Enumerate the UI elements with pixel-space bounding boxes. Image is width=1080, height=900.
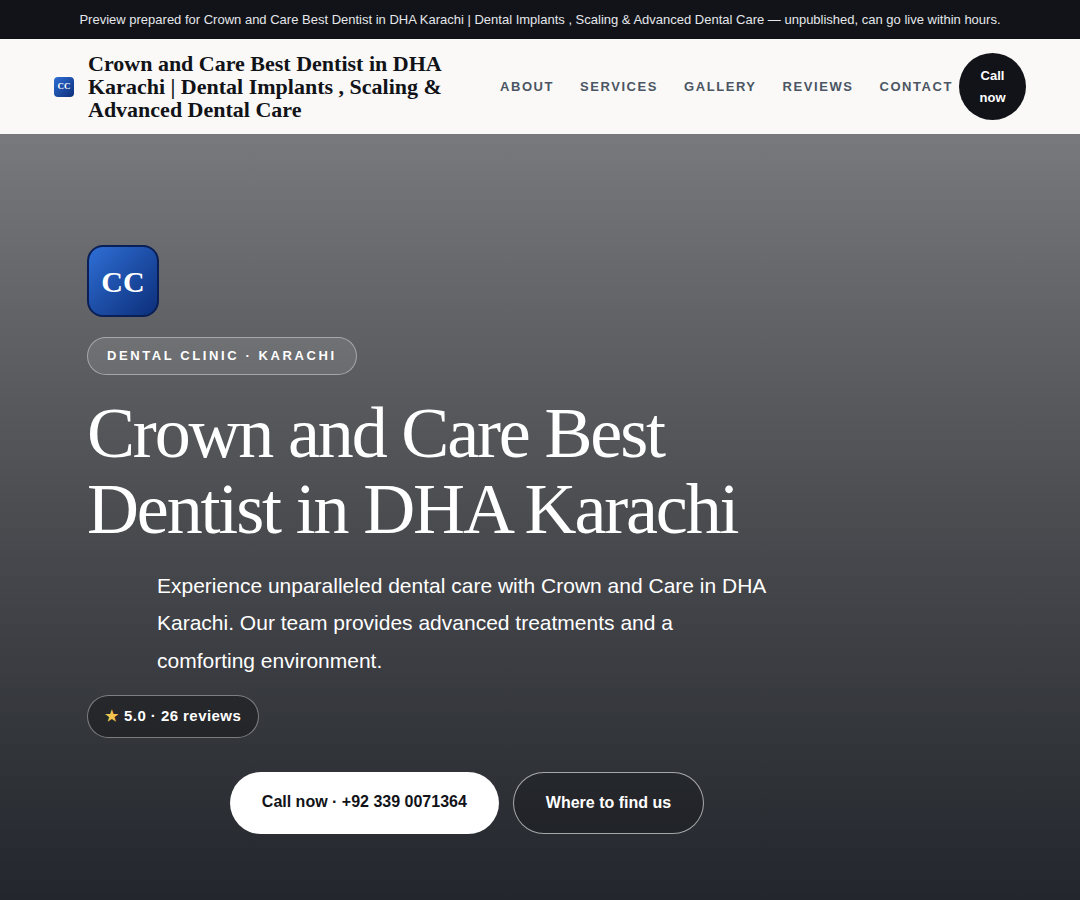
main-nav: ABOUT SERVICES GALLERY REVIEWS CONTACT: [500, 77, 953, 97]
hero-badge: DENTAL CLINIC · KARACHI: [87, 337, 357, 375]
site-title[interactable]: Crown and Care Best Dentist in DHA Karac…: [88, 52, 468, 121]
hero-logo-icon: CC: [87, 245, 159, 317]
hero-buttons: Call now · +92 339 0071364Where to find …: [87, 772, 847, 834]
hero: CC DENTAL CLINIC · KARACHI Crown and Care …: [0, 134, 1080, 900]
nav-link[interactable]: SERVICES: [580, 77, 658, 97]
brand[interactable]: CC Crown and Care Best Dentist in DHA Kar…: [54, 52, 468, 121]
find-us-button[interactable]: Where to find us: [513, 772, 704, 834]
banner-text: Preview prepared for Crown and Care Best…: [79, 10, 1000, 30]
preview-banner: Preview prepared for Crown and Care Best…: [0, 0, 1080, 39]
hero-heading: Crown and Care Best Dentist in DHA Karac…: [87, 395, 807, 547]
header-right: ABOUT SERVICES GALLERY REVIEWS CONTACT Call n…: [500, 53, 1026, 120]
call-button[interactable]: Call now: [959, 53, 1026, 120]
nav-link[interactable]: GALLERY: [684, 77, 757, 97]
hero-description: Experience unparalleled dental care with…: [157, 567, 767, 680]
rating-text: 5.0 · 26 reviews: [124, 705, 241, 728]
call-now-button[interactable]: Call now · +92 339 0071364: [230, 772, 499, 834]
star-icon: ★: [105, 705, 118, 728]
nav-link[interactable]: CONTACT: [879, 77, 953, 97]
nav-link[interactable]: REVIEWS: [783, 77, 854, 97]
logo-icon[interactable]: CC: [54, 77, 74, 97]
rating-pill: ★ 5.0 · 26 reviews: [87, 695, 259, 738]
site-header: CC Crown and Care Best Dentist in DHA Kar…: [0, 39, 1080, 134]
nav-link[interactable]: ABOUT: [500, 77, 554, 97]
badge-row: DENTAL CLINIC · KARACHI: [87, 337, 1080, 375]
rating-row: ★ 5.0 · 26 reviews: [87, 695, 1080, 738]
